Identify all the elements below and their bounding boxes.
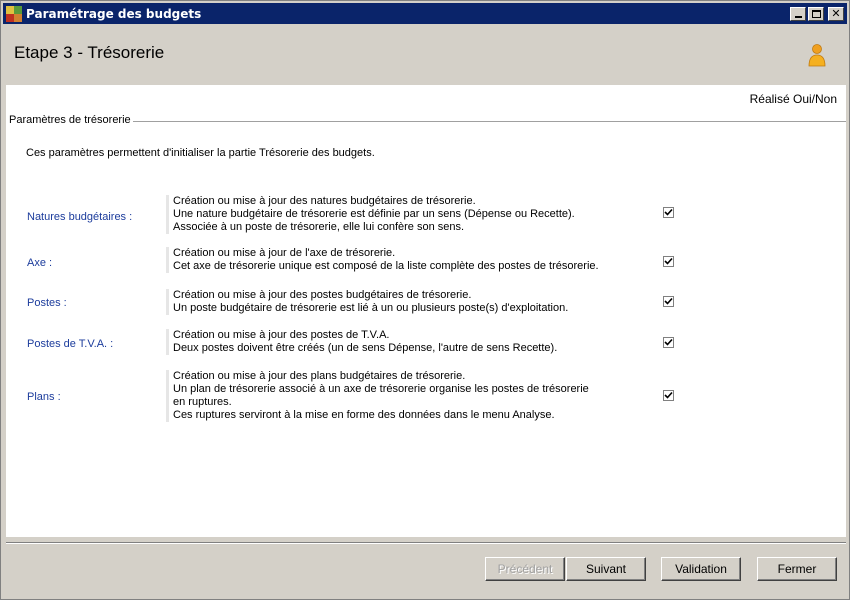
footer-separator [6, 542, 846, 544]
maximize-icon [811, 9, 821, 18]
description-line: Deux postes doivent être créés (un de se… [173, 342, 558, 354]
minimize-icon [794, 15, 802, 18]
row-label-postes: Postes : [27, 297, 67, 309]
next-button[interactable]: Suivant [566, 557, 646, 581]
user-icon [808, 44, 826, 67]
description-line: Une nature budgétaire de trésorerie est … [173, 208, 575, 220]
description-line: Un plan de trésorerie associé à un axe d… [173, 383, 589, 395]
row-label-plans: Plans : [27, 391, 61, 403]
group-label: Paramètres de trésorerie [9, 114, 133, 126]
close-window-button[interactable]: ✕ [828, 6, 844, 21]
group-divider [118, 121, 846, 122]
page-title: Etape 3 - Trésorerie [14, 43, 165, 62]
title-bar: Paramétrage des budgets ✕ [3, 3, 847, 24]
description-line: Création ou mise à jour de l'axe de trés… [173, 247, 396, 259]
close-button[interactable]: Fermer [757, 557, 837, 581]
checkmark-icon [664, 391, 673, 399]
row-description: Création ou mise à jour des postes budgé… [166, 289, 646, 315]
maximize-button[interactable] [808, 6, 824, 21]
realise-checkbox[interactable] [663, 207, 674, 218]
description-line: Associée à un poste de trésorerie, elle … [173, 221, 465, 233]
wizard-window: Paramétrage des budgets ✕ Etape 3 - Trés… [0, 0, 850, 600]
content-panel: Réalisé Oui/Non Paramètres de trésorerie… [6, 85, 846, 537]
description-line: en ruptures. [173, 396, 232, 408]
checkmark-icon [664, 338, 673, 346]
row-description: Création ou mise à jour de l'axe de trés… [166, 247, 646, 273]
row-label-axe: Axe : [27, 257, 53, 269]
checkmark-icon [664, 297, 673, 305]
row-label-postes-tva: Postes de T.V.A. : [27, 338, 114, 350]
row-description: Création ou mise à jour des postes de T.… [166, 329, 646, 355]
description-line: Création ou mise à jour des postes budgé… [173, 289, 472, 301]
realise-checkbox[interactable] [663, 256, 674, 267]
checkmark-icon [664, 257, 673, 265]
row-label-natures: Natures budgétaires : [27, 211, 133, 223]
description-line: Cet axe de trésorerie unique est composé… [173, 260, 599, 272]
minimize-button[interactable] [790, 6, 806, 21]
description-line: Ces ruptures serviront à la mise en form… [173, 409, 555, 421]
description-line: Création ou mise à jour des postes de T.… [173, 329, 390, 341]
app-icon [6, 5, 22, 22]
close-icon: ✕ [831, 7, 841, 20]
step-header: Etape 3 - Trésorerie [3, 26, 847, 84]
row-description: Création ou mise à jour des plans budgét… [166, 370, 646, 422]
window-title: Paramétrage des budgets [26, 6, 202, 21]
intro-text: Ces paramètres permettent d'initialiser … [26, 147, 375, 159]
validation-button[interactable]: Validation [661, 557, 741, 581]
description-line: Un poste budgétaire de trésorerie est li… [173, 302, 569, 314]
realise-column-header: Réalisé Oui/Non [749, 92, 837, 106]
row-description: Création ou mise à jour des natures budg… [166, 195, 646, 234]
description-line: Création ou mise à jour des natures budg… [173, 195, 476, 207]
realise-checkbox[interactable] [663, 337, 674, 348]
checkmark-icon [664, 208, 673, 216]
realise-checkbox[interactable] [663, 296, 674, 307]
previous-button[interactable]: Précédent [485, 557, 565, 581]
description-line: Création ou mise à jour des plans budgét… [173, 370, 466, 382]
realise-checkbox[interactable] [663, 390, 674, 401]
